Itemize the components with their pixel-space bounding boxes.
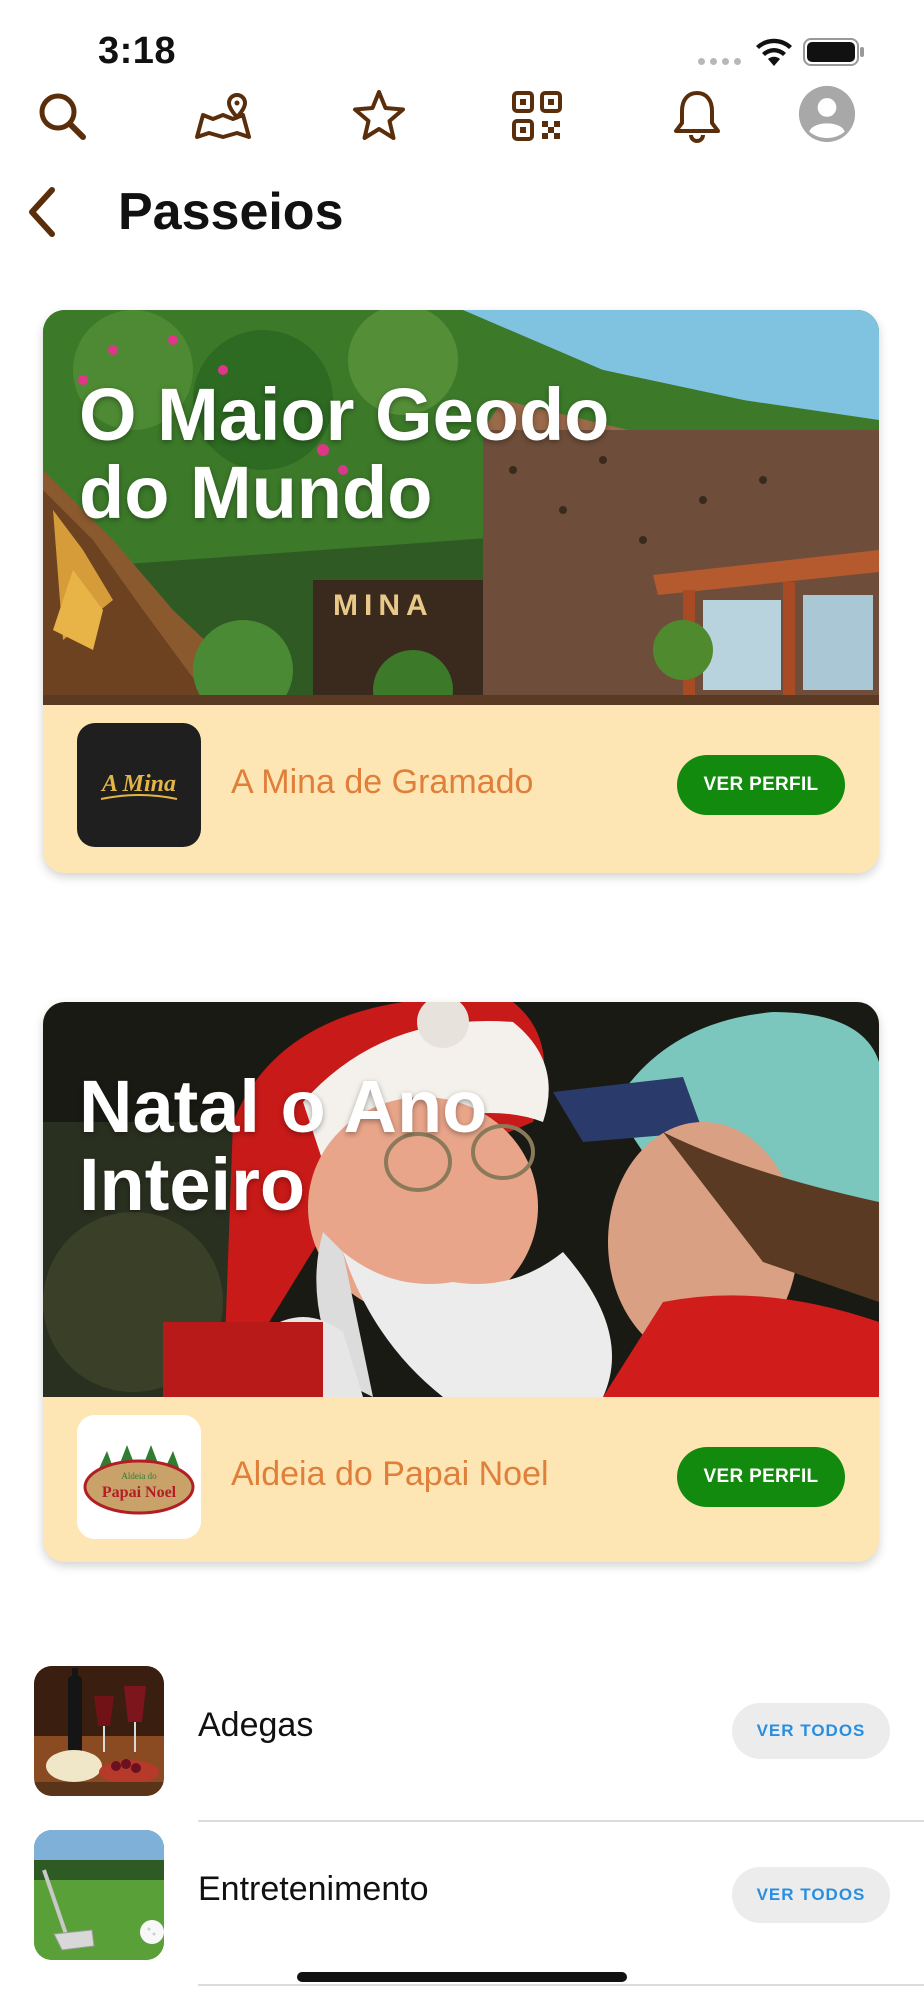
card-name[interactable]: Aldeia do Papai Noel xyxy=(231,1455,549,1494)
card-footer: A Mina A Mina de Gramado VER PERFIL xyxy=(43,705,879,873)
ver-perfil-button[interactable]: VER PERFIL xyxy=(677,1447,845,1507)
signal-icon xyxy=(698,58,741,65)
mina-logo: A Mina xyxy=(77,723,201,847)
featured-card-papai-noel[interactable]: Natal o Ano Inteiro Aldeia do Papai Noel… xyxy=(43,1002,879,1562)
page-header: Passeios xyxy=(0,170,924,260)
top-nav xyxy=(0,80,924,160)
card-headline: O Maior Geodo do Mundo xyxy=(79,373,610,534)
mina-logo-text: A Mina xyxy=(100,771,176,797)
papai-noel-logo-text: Papai Noel xyxy=(102,1484,177,1501)
ver-todos-button[interactable]: VER TODOS xyxy=(732,1703,890,1759)
papai-noel-logo: Aldeia do Papai Noel xyxy=(77,1415,201,1539)
papai-noel-logo-small-text: Aldeia do xyxy=(121,1471,157,1481)
home-indicator[interactable] xyxy=(297,1972,627,1982)
adegas-thumbnail xyxy=(34,1666,164,1796)
entretenimento-thumbnail xyxy=(34,1830,164,1960)
profile-avatar-icon[interactable] xyxy=(795,82,859,146)
map-pin-icon[interactable] xyxy=(190,84,254,148)
search-icon[interactable] xyxy=(30,84,94,148)
ver-todos-button[interactable]: VER TODOS xyxy=(732,1867,890,1923)
status-time: 3:18 xyxy=(98,30,177,72)
list-item-adegas[interactable]: Adegas VER TODOS xyxy=(0,1658,924,1822)
qr-code-icon[interactable] xyxy=(505,84,569,148)
list-item-entretenimento[interactable]: Entretenimento VER TODOS xyxy=(0,1822,924,1986)
category-label: Entretenimento xyxy=(198,1870,429,1908)
chevron-left-icon[interactable] xyxy=(20,182,64,242)
wifi-icon xyxy=(756,38,792,66)
ver-perfil-button[interactable]: VER PERFIL xyxy=(677,755,845,815)
card-footer: Aldeia do Papai Noel Aldeia do Papai Noe… xyxy=(43,1397,879,1562)
card-name[interactable]: A Mina de Gramado xyxy=(231,763,533,802)
mina-sign-text: MINA xyxy=(333,589,434,622)
featured-card-mina[interactable]: MINA O Maior Geodo do Mundo A Mina A Min… xyxy=(43,310,879,873)
card-headline: Natal o Ano Inteiro xyxy=(79,1065,488,1226)
star-icon[interactable] xyxy=(347,84,411,148)
divider xyxy=(198,1984,924,1986)
battery-icon xyxy=(803,38,864,66)
page-title: Passeios xyxy=(118,183,344,241)
category-label: Adegas xyxy=(198,1706,314,1744)
bell-icon[interactable] xyxy=(665,84,729,148)
